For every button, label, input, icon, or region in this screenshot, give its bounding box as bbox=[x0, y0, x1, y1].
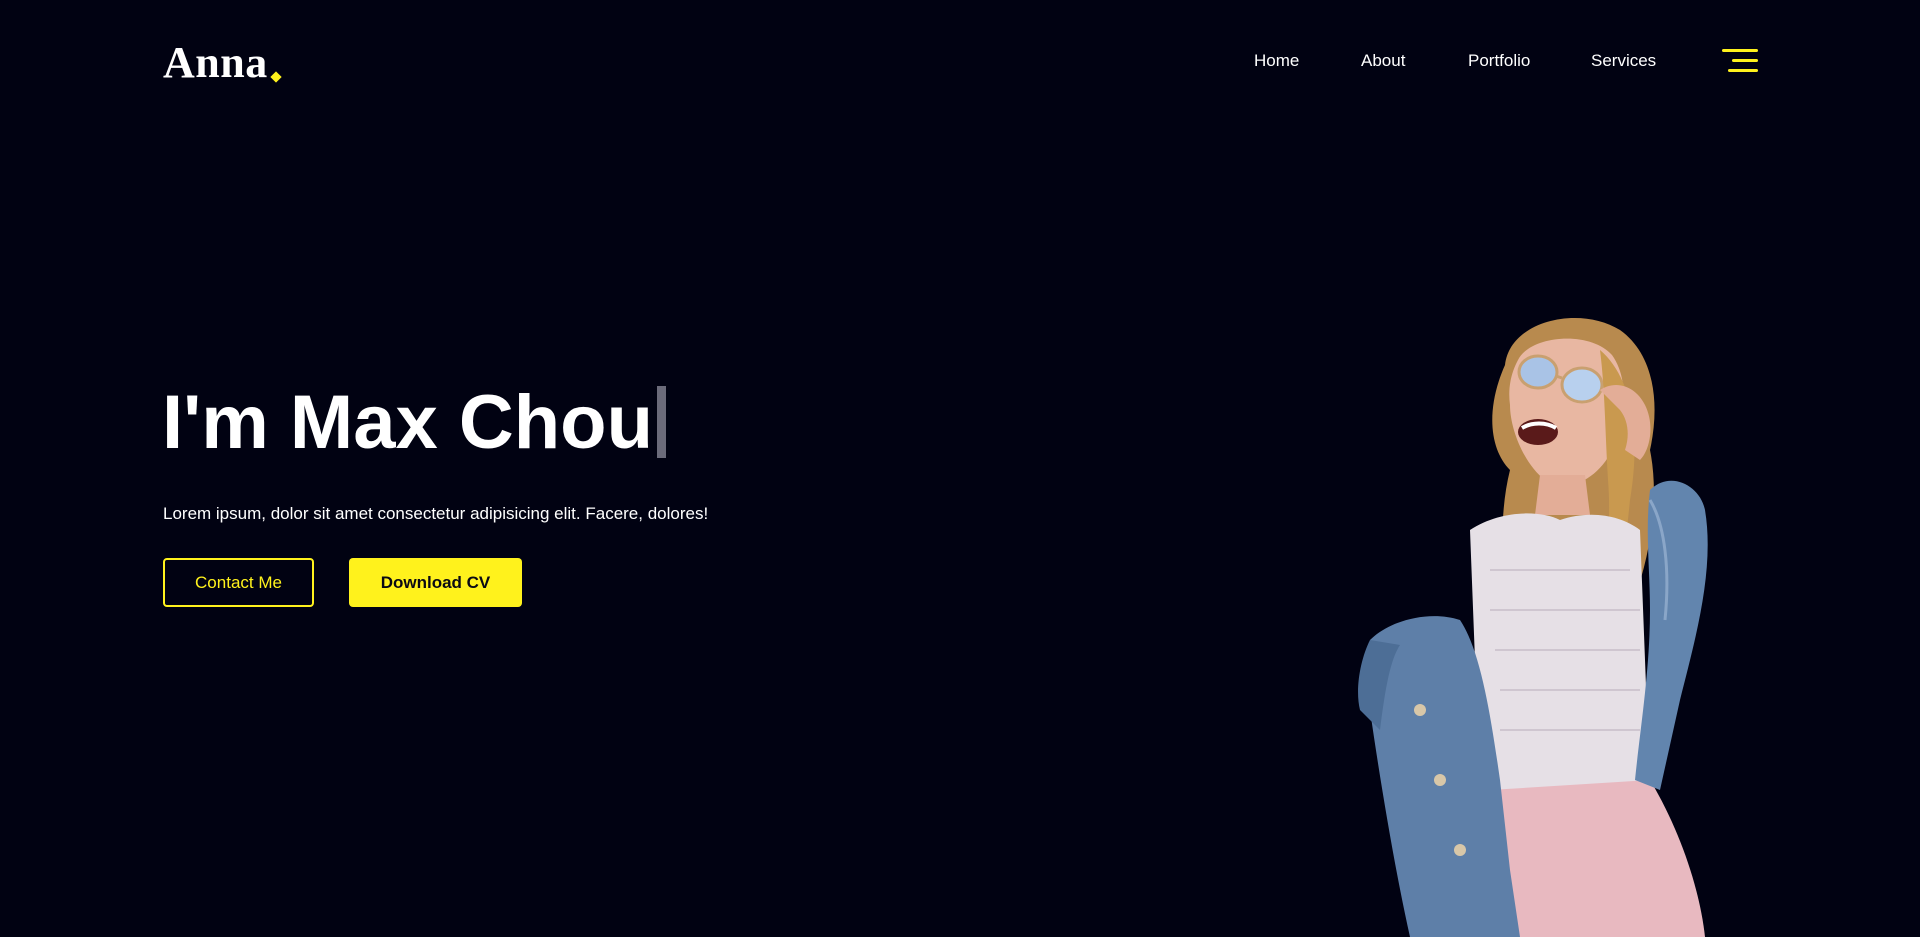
nav-services-link[interactable]: Services bbox=[1591, 48, 1656, 74]
nav-home-link[interactable]: Home bbox=[1254, 48, 1299, 74]
contact-me-button[interactable]: Contact Me bbox=[163, 558, 314, 607]
hero-description: Lorem ipsum, dolor sit amet consectetur … bbox=[163, 504, 709, 523]
menu-line bbox=[1728, 69, 1758, 72]
hero-title-text: I'm Max Chou bbox=[162, 380, 653, 465]
main-nav: Home About Portfolio Services bbox=[0, 48, 1920, 74]
hero-title: I'm Max Chou bbox=[162, 378, 666, 468]
typing-caret bbox=[657, 386, 666, 458]
nav-about-link[interactable]: About bbox=[1361, 48, 1405, 74]
menu-line bbox=[1722, 49, 1758, 52]
menu-line bbox=[1732, 59, 1758, 62]
download-cv-button[interactable]: Download CV bbox=[349, 558, 522, 607]
nav-portfolio-link[interactable]: Portfolio bbox=[1468, 48, 1530, 74]
page: Anna Home About Portfolio Services I'm M… bbox=[0, 0, 1920, 937]
hamburger-menu-icon[interactable] bbox=[1722, 47, 1758, 77]
hero-portrait-image bbox=[1358, 317, 1708, 937]
